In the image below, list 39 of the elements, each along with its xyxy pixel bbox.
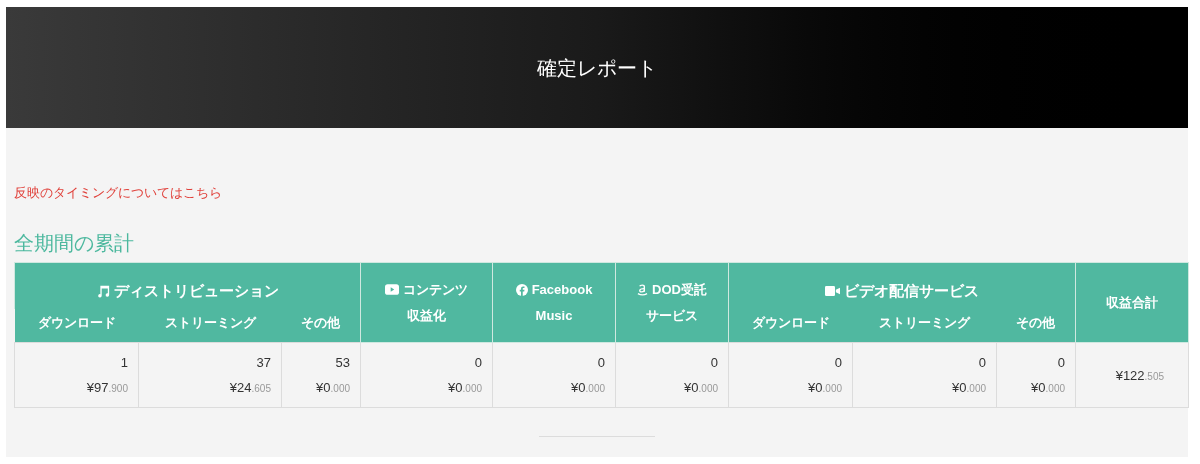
page-title: 確定レポート	[537, 55, 657, 81]
count: 0	[978, 353, 986, 372]
column-header: 収益合計	[1075, 262, 1189, 343]
video-camera-icon	[825, 285, 841, 296]
subcolumn-header: ストリーミング	[138, 308, 282, 343]
amount: ¥0.000	[684, 379, 718, 397]
column-header: Facebook Music	[492, 262, 616, 343]
column-header: ビデオ配信サービス	[728, 262, 1076, 309]
count: 1	[120, 353, 128, 372]
amazon-logo-icon	[637, 283, 649, 297]
amount: ¥24.605	[229, 379, 271, 397]
count: 0	[474, 353, 482, 372]
amount: ¥0.000	[571, 379, 605, 397]
amount: ¥0.000	[448, 379, 482, 397]
timing-info-link[interactable]: 反映のタイミングについてはこちら	[14, 185, 222, 200]
column-header: ディストリビューション	[14, 262, 361, 309]
subcolumn-header: ストリーミング	[852, 308, 997, 343]
amount: ¥97.900	[86, 379, 128, 397]
section-title: 全期間の累計	[14, 232, 134, 254]
subcolumn-header: ダウンロード	[14, 308, 139, 343]
count: 53	[335, 353, 350, 372]
column-header: コンテンツ 収益化	[360, 262, 493, 343]
count: 0	[710, 353, 718, 372]
count: 37	[256, 353, 271, 372]
amount: ¥0.000	[316, 379, 350, 397]
amount: ¥122.505	[1115, 368, 1165, 383]
column-header: DOD受託 サービス	[615, 262, 729, 343]
amount: ¥0.000	[952, 379, 986, 397]
amount: ¥0.000	[808, 379, 842, 397]
play-button-icon	[385, 284, 399, 296]
amount: ¥0.000	[1031, 379, 1066, 397]
count: 0	[597, 353, 605, 372]
count: 0	[1057, 353, 1066, 372]
subcolumn-header: ダウンロード	[728, 308, 853, 343]
music-note-icon	[96, 283, 110, 298]
subcolumn-header: その他	[996, 308, 1076, 343]
count: 0	[834, 353, 842, 372]
facebook-icon	[515, 283, 528, 296]
subcolumn-header: その他	[281, 308, 361, 343]
